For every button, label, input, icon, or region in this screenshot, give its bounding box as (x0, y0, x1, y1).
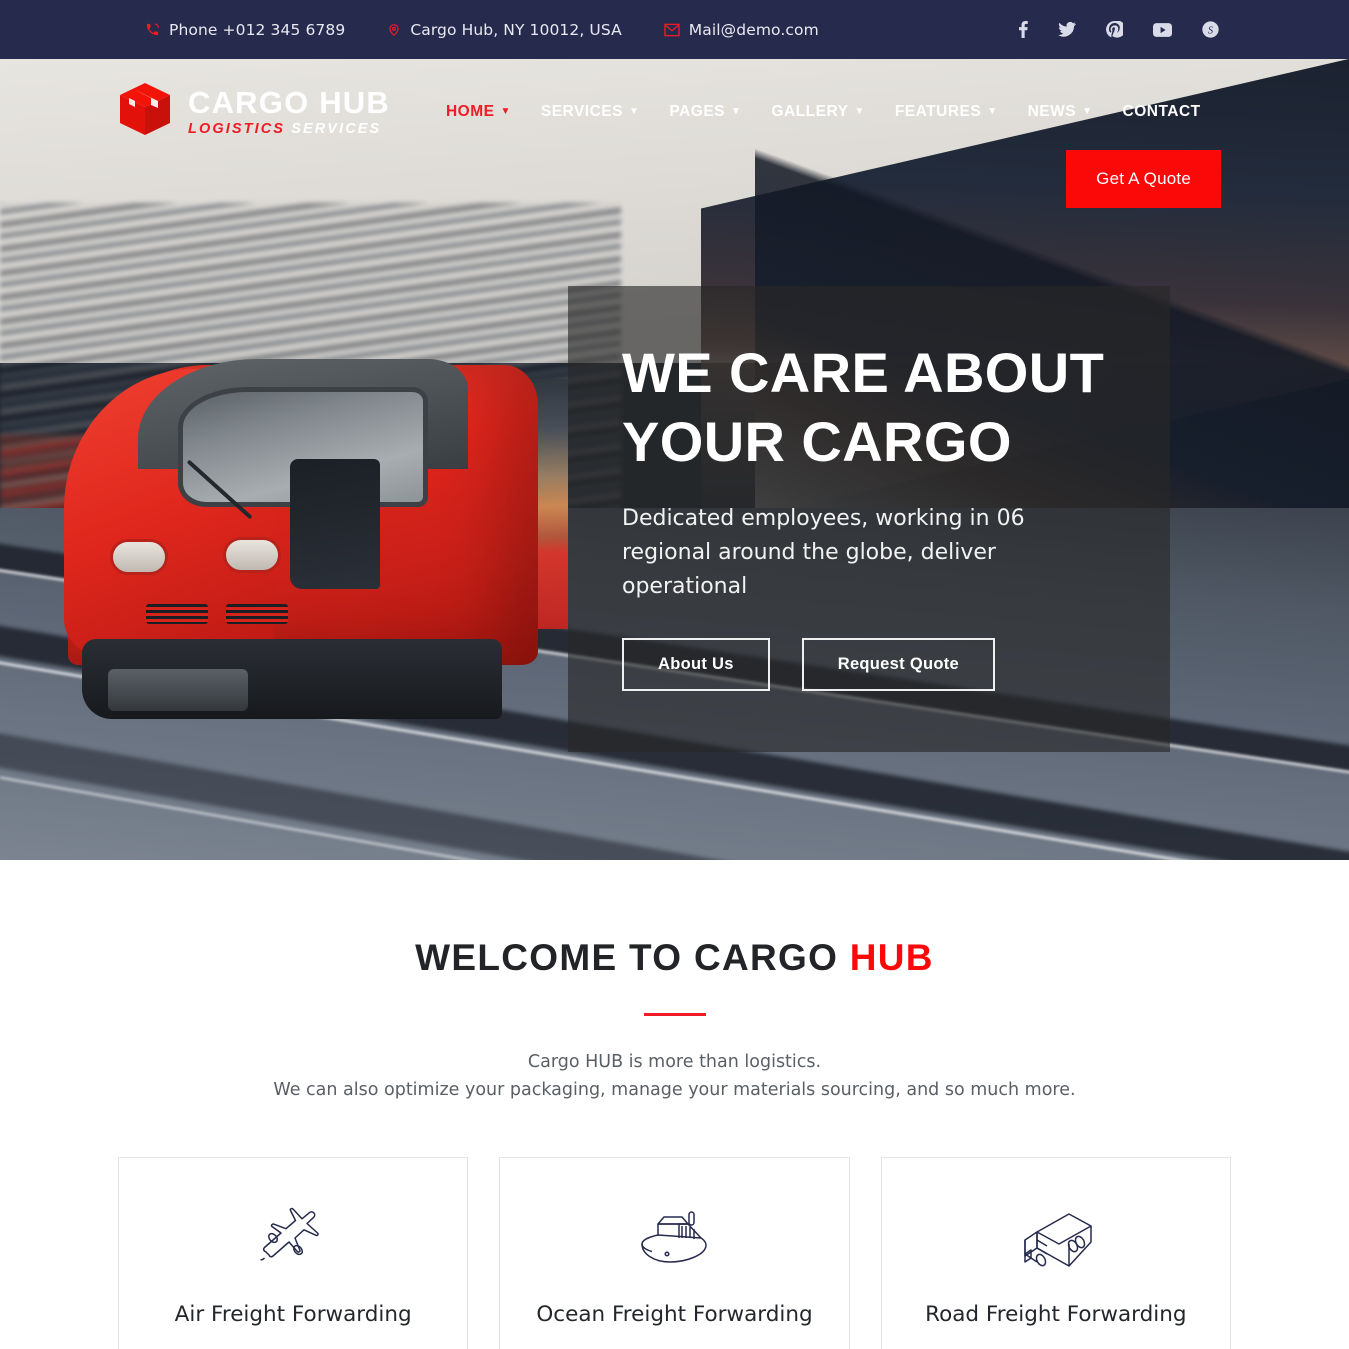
hero-content-panel: WE CARE ABOUT YOUR CARGO Dedicated emplo… (568, 286, 1170, 752)
youtube-icon[interactable] (1153, 22, 1172, 37)
nav-item-news[interactable]: NEWS ▼ (1028, 103, 1093, 121)
logo-tagline-primary: LOGISTICS (188, 120, 286, 137)
top-contact-bar: Phone +012 345 6789 Cargo Hub, NY 10012,… (0, 0, 1349, 59)
section-divider (643, 1013, 706, 1016)
topbar-phone[interactable]: Phone +012 345 6789 (145, 21, 345, 39)
service-card-road-title: Road Freight Forwarding (925, 1302, 1187, 1327)
ship-icon (530, 1196, 818, 1280)
welcome-heading-main: WELCOME TO CARGO (415, 937, 850, 978)
service-card-ocean[interactable]: Ocean Freight Forwarding Ocean Freight p… (499, 1157, 850, 1349)
nav-item-contact-label: CONTACT (1122, 102, 1201, 120)
nav-item-home-label: HOME (445, 102, 495, 120)
chevron-down-icon: ▼ (987, 105, 998, 117)
chevron-down-icon: ▼ (500, 105, 511, 117)
social-links: S (1019, 21, 1219, 38)
top-contact-items: Phone +012 345 6789 Cargo Hub, NY 10012,… (145, 21, 819, 39)
nav-item-pages-label: PAGES (669, 102, 726, 120)
service-card-road-text: Cargo are transported at some stage of t… (912, 1345, 1200, 1349)
envelope-icon (664, 23, 680, 37)
welcome-heading: WELCOME TO CARGO HUB (0, 937, 1349, 979)
facebook-icon[interactable] (1019, 21, 1028, 38)
service-card-road[interactable]: Road Freight Forwarding Cargo are transp… (880, 1157, 1231, 1349)
service-card-air[interactable]: Air Freight Forwarding As a leader in gl… (118, 1157, 469, 1349)
hero-title: WE CARE ABOUT YOUR CARGO (622, 341, 1105, 473)
request-quote-button[interactable]: Request Quote (801, 638, 995, 691)
skype-icon[interactable]: S (1202, 21, 1219, 38)
topbar-address[interactable]: Cargo Hub, NY 10012, USA (387, 20, 622, 39)
chevron-down-icon: ▼ (854, 105, 865, 117)
chevron-down-icon: ▼ (628, 105, 640, 117)
logo-name: CARGO HUB (188, 84, 390, 120)
svg-text:S: S (1208, 25, 1213, 36)
nav-item-contact[interactable]: CONTACT (1123, 103, 1201, 121)
welcome-section: WELCOME TO CARGO HUB Cargo HUB is more t… (0, 860, 1349, 1104)
hero-train-illustration (38, 309, 568, 729)
welcome-heading-highlight: HUB (849, 937, 934, 978)
nav-item-gallery[interactable]: GALLERY ▼ (771, 103, 864, 121)
welcome-paragraph-line2: We can also optimize your packaging, man… (273, 1080, 1076, 1100)
nav-item-gallery-label: GALLERY (771, 102, 849, 120)
welcome-paragraph-line1: Cargo HUB is more than logistics. (527, 1052, 822, 1072)
site-header: CARGO HUB LOGISTICS SERVICES HOME ▼ SERV… (0, 59, 1349, 208)
nav-item-news-label: NEWS (1027, 102, 1077, 120)
phone-icon (145, 22, 160, 37)
nav-item-features[interactable]: FEATURES ▼ (895, 103, 998, 121)
main-navigation: HOME ▼ SERVICES ▼ PAGES ▼ GALLERY ▼ FEAT… (446, 103, 1201, 121)
service-card-ocean-title: Ocean Freight Forwarding (536, 1302, 813, 1327)
hero-button-group: About Us Request Quote (622, 638, 1116, 691)
nav-item-pages[interactable]: PAGES ▼ (669, 103, 741, 121)
truck-icon (912, 1196, 1200, 1280)
get-a-quote-button[interactable]: Get A Quote (1066, 150, 1221, 208)
airplane-icon (149, 1196, 437, 1280)
pinterest-icon[interactable] (1106, 21, 1123, 38)
site-logo[interactable]: CARGO HUB LOGISTICS SERVICES (118, 81, 390, 142)
chevron-down-icon: ▼ (731, 105, 742, 117)
nav-item-services[interactable]: SERVICES ▼ (541, 103, 640, 121)
nav-item-home[interactable]: HOME ▼ (446, 103, 511, 121)
location-pin-icon (387, 22, 401, 38)
welcome-paragraph: Cargo HUB is more than logistics. We can… (0, 1048, 1349, 1104)
topbar-address-label: Cargo Hub, NY 10012, USA (410, 20, 622, 39)
service-cards: Air Freight Forwarding As a leader in gl… (0, 1104, 1349, 1349)
topbar-mail[interactable]: Mail@demo.com (664, 21, 819, 39)
hero-subtitle: Dedicated employees, working in 06 regio… (622, 506, 1025, 599)
logo-tagline-secondary: SERVICES (291, 120, 382, 137)
topbar-mail-label: Mail@demo.com (688, 20, 819, 39)
about-us-button[interactable]: About Us (622, 638, 770, 691)
nav-item-services-label: SERVICES (540, 102, 623, 120)
service-card-air-text: As a leader in global air freight forwar… (149, 1345, 437, 1349)
topbar-phone-label: Phone +012 345 6789 (169, 20, 346, 39)
service-card-ocean-text: Ocean Freight plays perhaps the most vit… (530, 1345, 818, 1349)
twitter-icon[interactable] (1058, 22, 1076, 37)
hero-section: CARGO HUB LOGISTICS SERVICES HOME ▼ SERV… (0, 59, 1349, 860)
logo-tagline: LOGISTICS SERVICES (188, 122, 390, 137)
package-box-icon (118, 81, 172, 142)
chevron-down-icon: ▼ (1082, 105, 1093, 117)
service-card-air-title: Air Freight Forwarding (174, 1302, 412, 1327)
nav-item-features-label: FEATURES (894, 102, 982, 120)
